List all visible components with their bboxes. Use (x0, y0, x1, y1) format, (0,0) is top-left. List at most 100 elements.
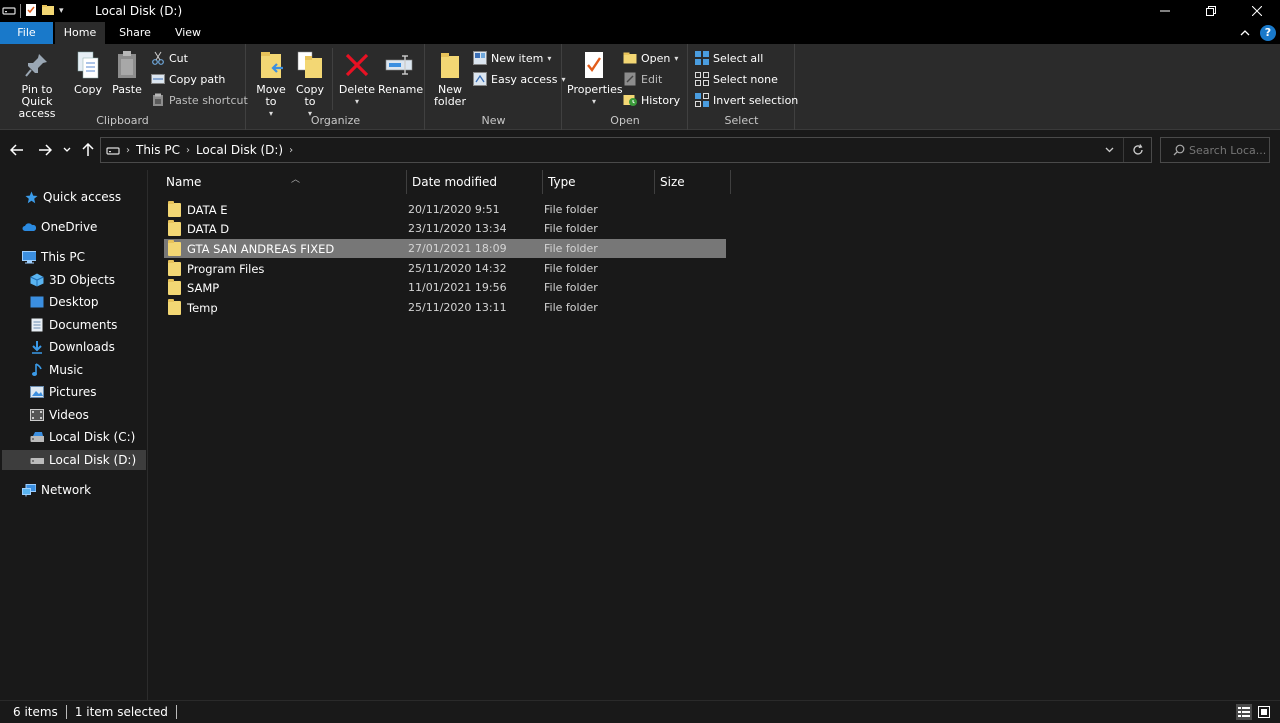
select-all-button[interactable]: Select all (695, 48, 763, 68)
column-header-label: Name (166, 175, 202, 189)
minimize-button[interactable] (1142, 0, 1188, 22)
sidebar-item-quick-access[interactable]: Quick access (24, 187, 121, 207)
copy-path-button[interactable]: Copy path (151, 69, 225, 89)
properties-qat-icon[interactable] (25, 3, 37, 20)
sidebar-item-label: Local Disk (C:) (49, 430, 136, 444)
move-to-button[interactable]: Move to ▾ (253, 48, 289, 120)
table-row[interactable]: DATA E 20/11/2020 9:51 File folder (164, 200, 726, 219)
table-row[interactable]: Program Files 25/11/2020 14:32 File fold… (164, 259, 726, 278)
table-row[interactable]: GTA SAN ANDREAS FIXED 27/01/2021 18:09 F… (164, 239, 726, 258)
sidebar-item-label: Local Disk (D:) (49, 453, 137, 467)
folder-icon (168, 219, 181, 236)
sidebar-item-local-disk-c[interactable]: Local Disk (C:) (30, 427, 135, 447)
invert-selection-icon (695, 93, 709, 107)
sidebar-item-3d-objects[interactable]: 3D Objects (30, 270, 115, 290)
copy-button[interactable]: Copy (72, 48, 104, 96)
sidebar-item-local-disk-d[interactable]: Local Disk (D:) (2, 450, 146, 470)
table-row[interactable]: DATA D 23/11/2020 13:34 File folder (164, 219, 726, 238)
column-header-type[interactable]: Type (543, 170, 655, 194)
table-row[interactable]: SAMP 11/01/2021 19:56 File folder (164, 278, 726, 297)
tab-share[interactable]: Share (110, 22, 160, 44)
sidebar-item-onedrive[interactable]: OneDrive (22, 217, 97, 237)
copy-to-label: Copy to (296, 83, 324, 108)
column-header-name[interactable]: Name ︿ (161, 170, 407, 194)
folder-icon (168, 298, 181, 315)
pin-to-quick-access-button[interactable]: Pin to Quick access (4, 48, 70, 120)
select-none-label: Select none (713, 72, 778, 86)
folder-icon (168, 259, 181, 276)
select-all-label: Select all (713, 51, 764, 65)
new-item-button[interactable]: New item ▾ (473, 48, 551, 68)
address-dropdown-button[interactable] (1095, 138, 1123, 162)
open-dropdown-icon: ▾ (674, 53, 679, 63)
tab-home[interactable]: Home (55, 22, 105, 44)
properties-icon (578, 48, 610, 82)
search-box[interactable] (1160, 137, 1270, 163)
rename-button[interactable]: Rename (378, 48, 423, 96)
details-view-button[interactable] (1236, 704, 1252, 720)
sidebar-item-documents[interactable]: Documents (30, 315, 117, 335)
column-header-size[interactable]: Size (655, 170, 731, 194)
sidebar-item-this-pc[interactable]: This PC (22, 247, 85, 267)
recent-locations-button[interactable] (60, 141, 74, 159)
history-label: History (641, 93, 681, 107)
paste-shortcut-button[interactable]: Paste shortcut (151, 90, 248, 110)
search-input[interactable] (1189, 143, 1267, 157)
new-folder-button[interactable]: New folder (432, 48, 468, 108)
breadcrumb-this-pc[interactable]: This PC (136, 143, 180, 157)
customize-qat-icon[interactable]: ▾ (59, 6, 64, 16)
refresh-button[interactable] (1123, 138, 1151, 162)
large-icons-view-button[interactable] (1256, 704, 1272, 720)
up-button[interactable] (79, 141, 97, 159)
address-bar-controls (1095, 138, 1151, 162)
folder-icon (168, 239, 181, 256)
sidebar-item-music[interactable]: Music (30, 360, 83, 380)
sidebar-item-label: Network (41, 483, 92, 497)
column-headers: Name ︿ Date modified Type Size (161, 170, 731, 194)
forward-button[interactable] (36, 141, 54, 159)
table-row[interactable]: Temp 25/11/2020 13:11 File folder (164, 298, 726, 317)
new-item-label: New item (491, 51, 544, 65)
address-bar[interactable]: › This PC › Local Disk (D:) › (100, 137, 1152, 163)
paste-button[interactable]: Paste (110, 48, 144, 96)
sort-ascending-icon: ︿ (291, 175, 301, 185)
sidebar-item-pictures[interactable]: Pictures (30, 382, 97, 402)
restore-button[interactable] (1188, 0, 1234, 22)
sidebar-item-videos[interactable]: Videos (30, 405, 89, 425)
cloud-icon (22, 220, 36, 234)
sidebar-item-network[interactable]: Network (22, 480, 91, 500)
sidebar-item-label: Downloads (49, 340, 115, 354)
pictures-icon (30, 385, 44, 399)
back-button[interactable] (8, 141, 26, 159)
invert-selection-button[interactable]: Invert selection (695, 90, 798, 110)
collapse-ribbon-icon[interactable] (1240, 27, 1250, 40)
close-button[interactable] (1234, 0, 1280, 22)
file-date: 11/01/2021 19:56 (408, 281, 507, 294)
breadcrumb-local-disk-d[interactable]: Local Disk (D:) (196, 143, 283, 157)
column-header-date-modified[interactable]: Date modified (407, 170, 543, 194)
easy-access-button[interactable]: Easy access ▾ (473, 69, 566, 89)
up-arrow-icon (82, 143, 94, 156)
sidebar-item-downloads[interactable]: Downloads (30, 337, 115, 357)
window-controls (1142, 0, 1280, 22)
help-icon[interactable]: ? (1260, 25, 1276, 41)
computer-icon (22, 250, 36, 264)
tab-file[interactable]: File (0, 22, 53, 44)
status-separator (175, 705, 177, 719)
open-button[interactable]: Open ▾ (623, 48, 678, 68)
paste-shortcut-label: Paste shortcut (169, 93, 248, 107)
cut-button[interactable]: Cut (151, 48, 188, 68)
new-folder-qat-icon[interactable] (41, 4, 55, 19)
history-button[interactable]: History (623, 90, 680, 110)
documents-icon (30, 318, 44, 332)
select-none-button[interactable]: Select none (695, 69, 778, 89)
delete-button[interactable]: Delete ▾ (338, 48, 376, 108)
copy-to-button[interactable]: Copy to ▾ (292, 48, 328, 120)
properties-button[interactable]: Properties ▾ (567, 48, 623, 108)
title-bar: ▾ Local Disk (D:) (0, 0, 1280, 22)
navigation-pane: Quick access OneDrive This PC 3D Objects… (0, 170, 148, 700)
edit-button[interactable]: Edit (623, 69, 662, 89)
file-date: 20/11/2020 9:51 (408, 203, 500, 216)
tab-view[interactable]: View (165, 22, 211, 44)
sidebar-item-desktop[interactable]: Desktop (30, 292, 99, 312)
